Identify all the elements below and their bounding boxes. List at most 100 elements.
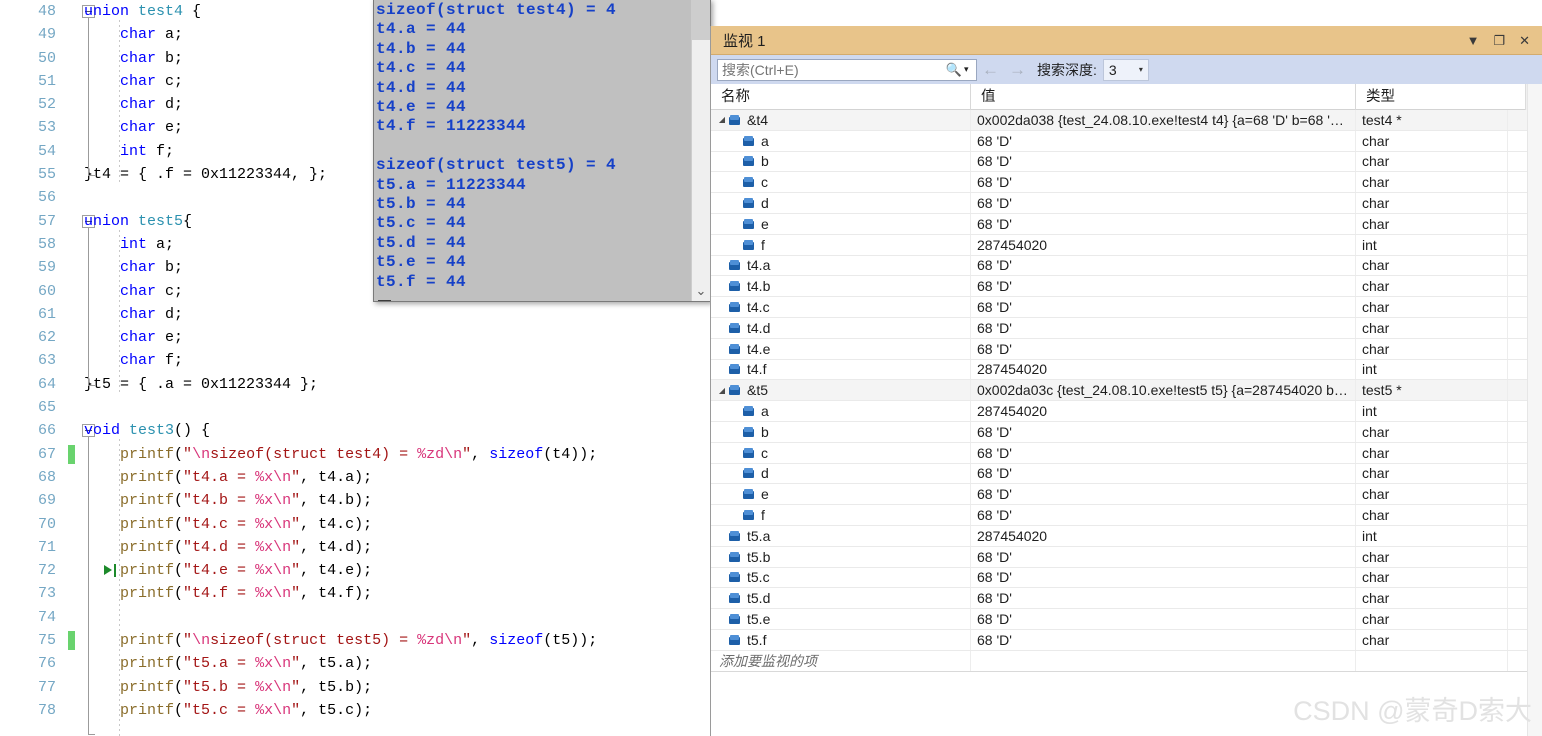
watch-row-value[interactable]: 287454020 bbox=[971, 525, 1356, 546]
watch-row-name-cell[interactable]: ◢ &t4 bbox=[711, 110, 971, 130]
code-line[interactable]: 74 bbox=[0, 606, 710, 629]
watch-row-name-cell[interactable]: e bbox=[711, 484, 971, 505]
watch-vertical-scrollbar[interactable] bbox=[1527, 84, 1542, 736]
table-row[interactable]: t4.e 68 'D' char bbox=[711, 338, 1542, 360]
table-row[interactable]: e 68 'D' char bbox=[711, 213, 1542, 235]
watch-row-name-cell[interactable]: b bbox=[711, 151, 971, 172]
watch-row-name-cell[interactable]: a bbox=[711, 401, 971, 421]
code-line[interactable]: 64}t5 = { .a = 0x11223344 }; bbox=[0, 373, 710, 396]
watch-row-value[interactable]: 68 'D' bbox=[971, 588, 1356, 609]
console-output-window[interactable]: sizeof(struct test4) = 4 t4.a = 44 t4.b = … bbox=[373, 0, 711, 302]
table-row[interactable]: b 68 'D' char bbox=[711, 151, 1542, 173]
search-icon[interactable]: 🔍 bbox=[944, 62, 964, 78]
code-line[interactable]: 67 printf("\nsizeof(struct test4) = %zd\… bbox=[0, 443, 710, 466]
table-row[interactable]: t4.c 68 'D' char bbox=[711, 297, 1542, 318]
table-row[interactable]: t5.c 68 'D' char bbox=[711, 567, 1542, 589]
watch-row-value[interactable]: 68 'D' bbox=[971, 567, 1356, 588]
watch-row-name-cell[interactable]: f bbox=[711, 505, 971, 525]
expand-triangle-icon[interactable]: ◢ bbox=[715, 386, 729, 395]
table-row[interactable]: d 68 'D' char bbox=[711, 463, 1542, 485]
scroll-down-icon[interactable]: ⌄ bbox=[692, 281, 710, 301]
watch-row-name-cell[interactable]: t4.f bbox=[711, 359, 971, 380]
chevron-down-icon[interactable]: ▼ bbox=[1467, 34, 1480, 47]
watch-row-name-cell[interactable]: t5.e bbox=[711, 609, 971, 629]
search-options-chevron-icon[interactable]: ▾ bbox=[964, 64, 976, 75]
table-row[interactable]: f 287454020 int bbox=[711, 234, 1542, 256]
table-row[interactable]: t4.a 68 'D' char bbox=[711, 255, 1542, 277]
watch-row-name-cell[interactable]: f bbox=[711, 234, 971, 255]
add-watch-item-row[interactable]: 添加要监视的项 bbox=[711, 650, 1542, 672]
table-row[interactable]: t5.f 68 'D' char bbox=[711, 629, 1542, 651]
watch-row-name-cell[interactable]: t5.c bbox=[711, 567, 971, 588]
watch-row-value[interactable]: 0x002da03c {test_24.08.10.exe!test5 t5} … bbox=[971, 380, 1356, 401]
watch-row-name-cell[interactable]: t4.b bbox=[711, 276, 971, 297]
table-row[interactable]: t5.b 68 'D' char bbox=[711, 546, 1542, 568]
table-row[interactable]: ◢ &t5 0x002da03c {test_24.08.10.exe!test5 … bbox=[711, 380, 1542, 402]
table-row[interactable]: b 68 'D' char bbox=[711, 421, 1542, 443]
table-row[interactable]: t4.b 68 'D' char bbox=[711, 276, 1542, 298]
watch-row-name-cell[interactable]: e bbox=[711, 213, 971, 234]
watch-row-name-cell[interactable]: t5.b bbox=[711, 546, 971, 567]
code-line[interactable]: 75 printf("\nsizeof(struct test5) = %zd\… bbox=[0, 629, 710, 652]
watch-row-value[interactable]: 287454020 bbox=[971, 401, 1356, 421]
watch-row-value[interactable]: 68 'D' bbox=[971, 130, 1356, 151]
watch-row-value[interactable]: 68 'D' bbox=[971, 629, 1356, 650]
watch-row-value[interactable]: 68 'D' bbox=[971, 609, 1356, 629]
watch-row-value[interactable]: 68 'D' bbox=[971, 505, 1356, 525]
watch-row-name-cell[interactable]: d bbox=[711, 463, 971, 484]
watch-row-value[interactable]: 68 'D' bbox=[971, 255, 1356, 276]
code-line[interactable]: 62 char e; bbox=[0, 326, 710, 349]
table-row[interactable]: t5.e 68 'D' char bbox=[711, 609, 1542, 630]
watch-row-name-cell[interactable]: t5.f bbox=[711, 629, 971, 650]
watch-row-name-cell[interactable]: d bbox=[711, 193, 971, 213]
search-input[interactable] bbox=[718, 60, 944, 79]
table-row[interactable]: d 68 'D' char bbox=[711, 193, 1542, 214]
watch-row-name-cell[interactable]: t5.a bbox=[711, 525, 971, 546]
watch-row-value[interactable]: 68 'D' bbox=[971, 193, 1356, 213]
maximize-icon[interactable]: ❐ bbox=[1493, 34, 1505, 47]
column-header-value[interactable]: 值 bbox=[971, 83, 1356, 110]
watch-row-value[interactable]: 0x002da038 {test_24.08.10.exe!test4 t4} … bbox=[971, 110, 1356, 130]
add-watch-item-input[interactable]: 添加要监视的项 bbox=[711, 650, 971, 671]
code-line[interactable]: 69 printf("t4.b = %x\n", t4.b); bbox=[0, 489, 710, 512]
watch-row-name-cell[interactable]: t4.d bbox=[711, 317, 971, 338]
search-box[interactable]: 🔍 ▾ bbox=[717, 58, 977, 81]
code-line[interactable]: 70 printf("t4.c = %x\n", t4.c); bbox=[0, 513, 710, 536]
code-line[interactable]: 78 printf("t5.c = %x\n", t5.c); bbox=[0, 699, 710, 722]
table-row[interactable]: t5.a 287454020 int bbox=[711, 525, 1542, 547]
search-depth-select[interactable]: 3 ▾ bbox=[1102, 58, 1149, 81]
console-scrollbar-thumb[interactable] bbox=[692, 0, 710, 40]
watch-row-name-cell[interactable]: a bbox=[711, 130, 971, 151]
watch-row-value[interactable]: 68 'D' bbox=[971, 213, 1356, 234]
code-line[interactable]: 71 printf("t4.d = %x\n", t4.d); bbox=[0, 536, 710, 559]
code-line[interactable]: 76 printf("t5.a = %x\n", t5.a); bbox=[0, 652, 710, 675]
code-line[interactable]: 61 char d; bbox=[0, 303, 710, 326]
table-row[interactable]: t4.f 287454020 int bbox=[711, 359, 1542, 381]
code-line[interactable]: 73 printf("t4.f = %x\n", t4.f); bbox=[0, 582, 710, 605]
console-scrollbar[interactable]: ⌄ bbox=[691, 0, 710, 301]
watch-row-name-cell[interactable]: b bbox=[711, 421, 971, 442]
watch-row-name-cell[interactable]: t4.a bbox=[711, 255, 971, 276]
watch-row-value[interactable]: 68 'D' bbox=[971, 442, 1356, 463]
column-header-name[interactable]: 名称 bbox=[711, 83, 971, 110]
code-line[interactable]: 77 printf("t5.b = %x\n", t5.b); bbox=[0, 676, 710, 699]
watch-row-value[interactable]: 68 'D' bbox=[971, 151, 1356, 172]
table-row[interactable]: a 68 'D' char bbox=[711, 130, 1542, 152]
watch-row-value[interactable]: 287454020 bbox=[971, 359, 1356, 380]
watch-table-body[interactable]: ◢ &t4 0x002da038 {test_24.08.10.exe!test4 … bbox=[711, 110, 1542, 736]
watch-row-value[interactable]: 68 'D' bbox=[971, 172, 1356, 193]
watch-row-value[interactable]: 68 'D' bbox=[971, 421, 1356, 442]
watch-row-name-cell[interactable]: t4.c bbox=[711, 297, 971, 317]
table-row[interactable]: c 68 'D' char bbox=[711, 442, 1542, 464]
search-next-icon[interactable]: → bbox=[1009, 60, 1026, 80]
watch-row-value[interactable]: 68 'D' bbox=[971, 463, 1356, 484]
watch-row-name-cell[interactable]: c bbox=[711, 442, 971, 463]
watch-row-value[interactable]: 68 'D' bbox=[971, 317, 1356, 338]
code-line[interactable]: 72 printf("t4.e = %x\n", t4.e); bbox=[0, 559, 710, 582]
expand-triangle-icon[interactable]: ◢ bbox=[715, 115, 729, 124]
code-line[interactable]: 65 bbox=[0, 396, 710, 419]
column-header-type[interactable]: 类型 bbox=[1356, 84, 1508, 110]
watch-row-value[interactable]: 68 'D' bbox=[971, 484, 1356, 505]
watch-row-value[interactable]: 287454020 bbox=[971, 234, 1356, 255]
watch-row-value[interactable]: 68 'D' bbox=[971, 338, 1356, 359]
